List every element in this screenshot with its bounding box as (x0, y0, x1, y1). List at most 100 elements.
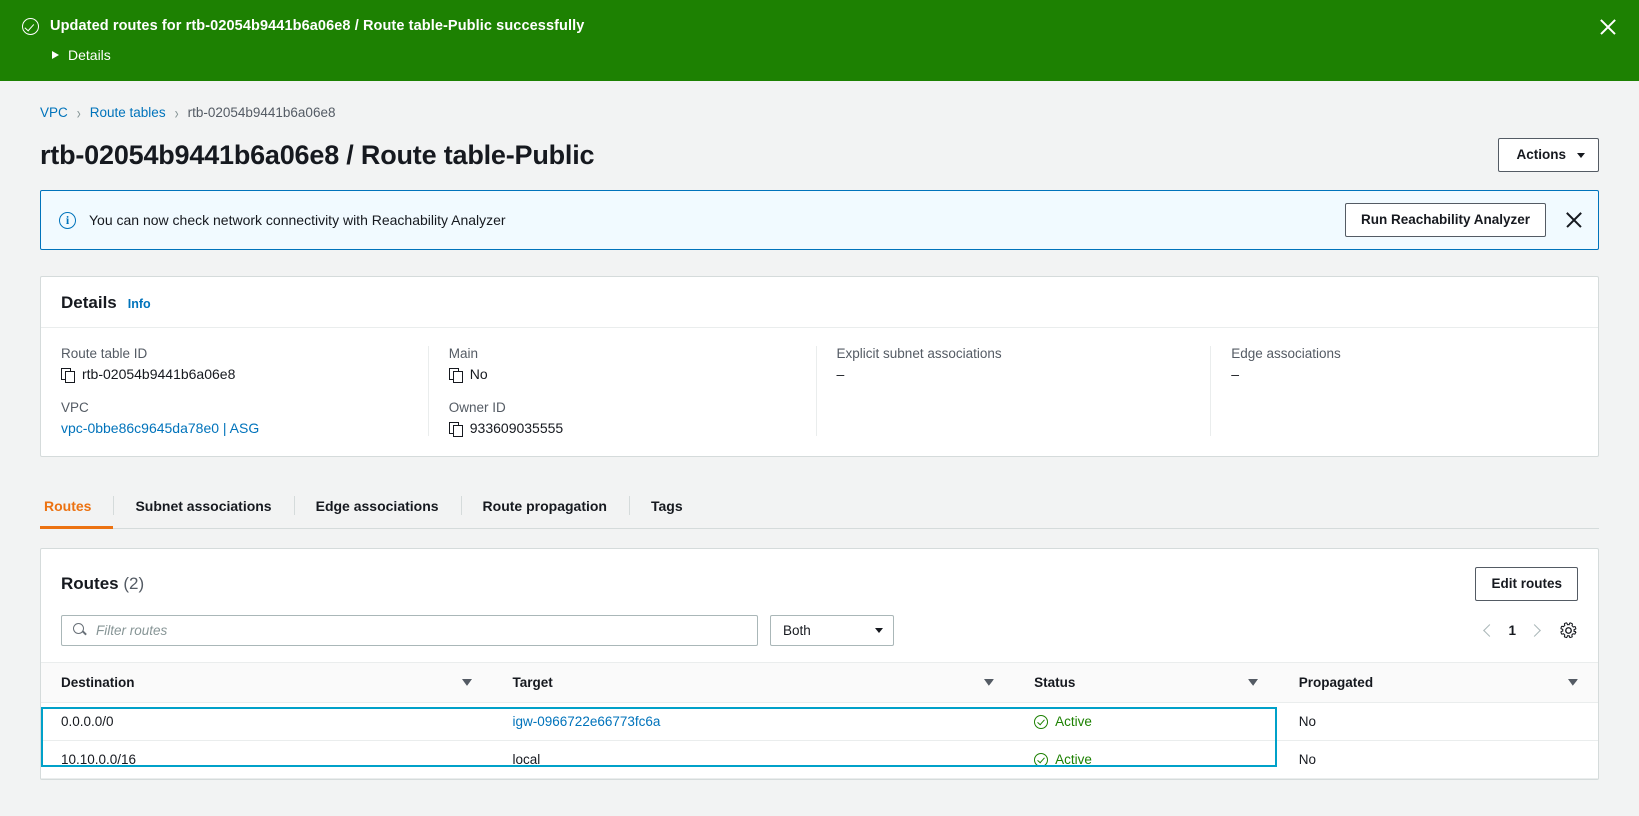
actions-button[interactable]: Actions (1498, 138, 1599, 172)
tab-bar: Routes Subnet associations Edge associat… (40, 485, 1599, 529)
cell-propagated: No (1278, 702, 1598, 741)
vpc-link[interactable]: vpc-0bbe86c9645da78e0 | ASG (61, 420, 259, 436)
breadcrumb-separator: › (76, 102, 81, 123)
sort-icon[interactable] (1248, 679, 1259, 686)
page-number[interactable]: 1 (1508, 623, 1516, 638)
routes-title: Routes (2) (61, 574, 144, 594)
status-text: Active (1055, 714, 1092, 729)
column-header-status-label: Status (1034, 675, 1076, 690)
flash-message: Updated routes for rtb-02054b9441b6a06e8… (50, 18, 585, 34)
routes-title-text: Routes (61, 574, 119, 593)
gear-icon[interactable] (1559, 621, 1578, 640)
details-column-1: Route table ID rtb-02054b9441b6a06e8 VPC… (41, 346, 428, 436)
routes-table: Destination Target Status Propagated 0.0… (41, 662, 1598, 779)
flash-details-toggle[interactable]: Details (52, 47, 1617, 63)
edit-routes-button[interactable]: Edit routes (1475, 567, 1578, 601)
tab-route-propagation[interactable]: Route propagation (460, 485, 629, 529)
tab-routes[interactable]: Routes (40, 485, 114, 529)
copy-icon[interactable] (448, 367, 463, 383)
status-check-icon (1034, 714, 1049, 729)
table-row[interactable]: 0.0.0.0/0 igw-0966722e66773fc6a Active N… (41, 702, 1598, 741)
cell-status: Active (1014, 702, 1279, 741)
breadcrumb-item-route-tables[interactable]: Route tables (90, 105, 166, 120)
owner-id-value: 933609035555 (448, 420, 796, 437)
explicit-subnet-associations-label: Explicit subnet associations (836, 346, 1002, 361)
column-header-status[interactable]: Status (1014, 662, 1279, 703)
routes-panel: Routes (2) Edit routes Both 1 (40, 548, 1599, 780)
cell-target: igw-0966722e66773fc6a (492, 702, 1015, 741)
success-flash-banner: Updated routes for rtb-02054b9441b6a06e8… (0, 0, 1639, 81)
routes-table-wrap: Destination Target Status Propagated 0.0… (41, 662, 1598, 779)
column-header-destination-label: Destination (61, 675, 135, 690)
page-header: rtb-02054b9441b6a06e8 / Route table-Publ… (40, 138, 1599, 190)
pagination: 1 (1483, 621, 1578, 640)
route-type-select[interactable]: Both (770, 615, 894, 646)
main-label: Main (448, 346, 479, 361)
run-reachability-analyzer-button[interactable]: Run Reachability Analyzer (1344, 203, 1546, 237)
breadcrumb: VPC › Route tables › rtb-02054b9441b6a06… (40, 81, 1599, 138)
table-row[interactable]: 10.10.0.0/16 local Active No (41, 740, 1598, 779)
chevron-right-icon[interactable] (1528, 624, 1541, 637)
details-panel: Details Info Route table ID rtb-02054b94… (40, 276, 1599, 457)
breadcrumb-separator: › (174, 102, 179, 123)
tab-tags[interactable]: Tags (628, 485, 705, 529)
details-panel-header: Details Info (41, 277, 1598, 328)
cell-destination: 10.10.0.0/16 (41, 740, 493, 779)
edge-associations-value: – (1231, 366, 1240, 382)
routes-table-body: 0.0.0.0/0 igw-0966722e66773fc6a Active N… (41, 702, 1598, 779)
vpc-label: VPC (61, 400, 89, 415)
table-header-row: Destination Target Status Propagated (41, 662, 1598, 703)
status-text: Active (1055, 752, 1092, 767)
check-circle-icon (22, 18, 39, 35)
column-header-target-label: Target (512, 675, 553, 690)
owner-id-label: Owner ID (448, 400, 506, 415)
chevron-down-icon (1577, 152, 1585, 158)
main-value: No (448, 366, 796, 383)
search-input[interactable] (61, 615, 758, 646)
info-circle-icon: i (59, 211, 76, 229)
alert-close-button[interactable] (1564, 210, 1584, 230)
details-title: Details (61, 293, 117, 312)
sort-icon[interactable] (462, 679, 473, 686)
breadcrumb-item-current: rtb-02054b9441b6a06e8 (187, 105, 336, 120)
alert-message: You can now check network connectivity w… (89, 212, 506, 228)
chevron-down-icon (875, 628, 883, 633)
filter-routes-field (61, 615, 758, 646)
page-title: rtb-02054b9441b6a06e8 / Route table-Publ… (40, 139, 595, 170)
route-table-id-value: rtb-02054b9441b6a06e8 (61, 366, 408, 383)
tab-edge-associations[interactable]: Edge associations (293, 485, 461, 529)
flash-close-button[interactable] (1597, 16, 1619, 38)
column-header-propagated-label: Propagated (1298, 675, 1374, 690)
route-table-id-label: Route table ID (61, 346, 148, 361)
status-check-icon (1034, 752, 1049, 767)
sort-icon[interactable] (1568, 679, 1578, 686)
explicit-subnet-associations-value: – (836, 366, 845, 382)
route-type-select-value: Both (783, 623, 811, 638)
copy-icon[interactable] (61, 367, 75, 383)
owner-id-text: 933609035555 (469, 420, 564, 436)
cell-status: Active (1014, 740, 1279, 779)
routes-count: (2) (123, 574, 145, 593)
cell-destination: 0.0.0.0/0 (41, 702, 493, 741)
chevron-left-icon[interactable] (1483, 624, 1497, 637)
routes-table-head: Destination Target Status Propagated (41, 662, 1598, 703)
flash-details-label: Details (68, 47, 111, 63)
column-header-propagated[interactable]: Propagated (1278, 662, 1598, 703)
target-link[interactable]: igw-0966722e66773fc6a (513, 714, 661, 729)
details-info-link[interactable]: Info (128, 297, 151, 311)
sort-icon[interactable] (984, 679, 995, 686)
actions-button-label: Actions (1516, 147, 1566, 162)
details-grid: Route table ID rtb-02054b9441b6a06e8 VPC… (41, 328, 1598, 456)
cell-propagated: No (1278, 740, 1598, 779)
details-column-2: Main No Owner ID 933609035555 (427, 346, 816, 437)
copy-icon[interactable] (448, 421, 463, 437)
column-header-target[interactable]: Target (492, 662, 1015, 703)
tab-subnet-associations[interactable]: Subnet associations (113, 485, 293, 529)
details-column-3: Explicit subnet associations – (815, 346, 1211, 436)
column-header-destination[interactable]: Destination (41, 662, 493, 703)
search-icon (73, 623, 84, 634)
main-text: No (469, 366, 488, 382)
vpc-value: vpc-0bbe86c9645da78e0 | ASG (61, 420, 408, 436)
breadcrumb-item-vpc[interactable]: VPC (40, 105, 68, 120)
edge-associations-label: Edge associations (1231, 346, 1341, 361)
